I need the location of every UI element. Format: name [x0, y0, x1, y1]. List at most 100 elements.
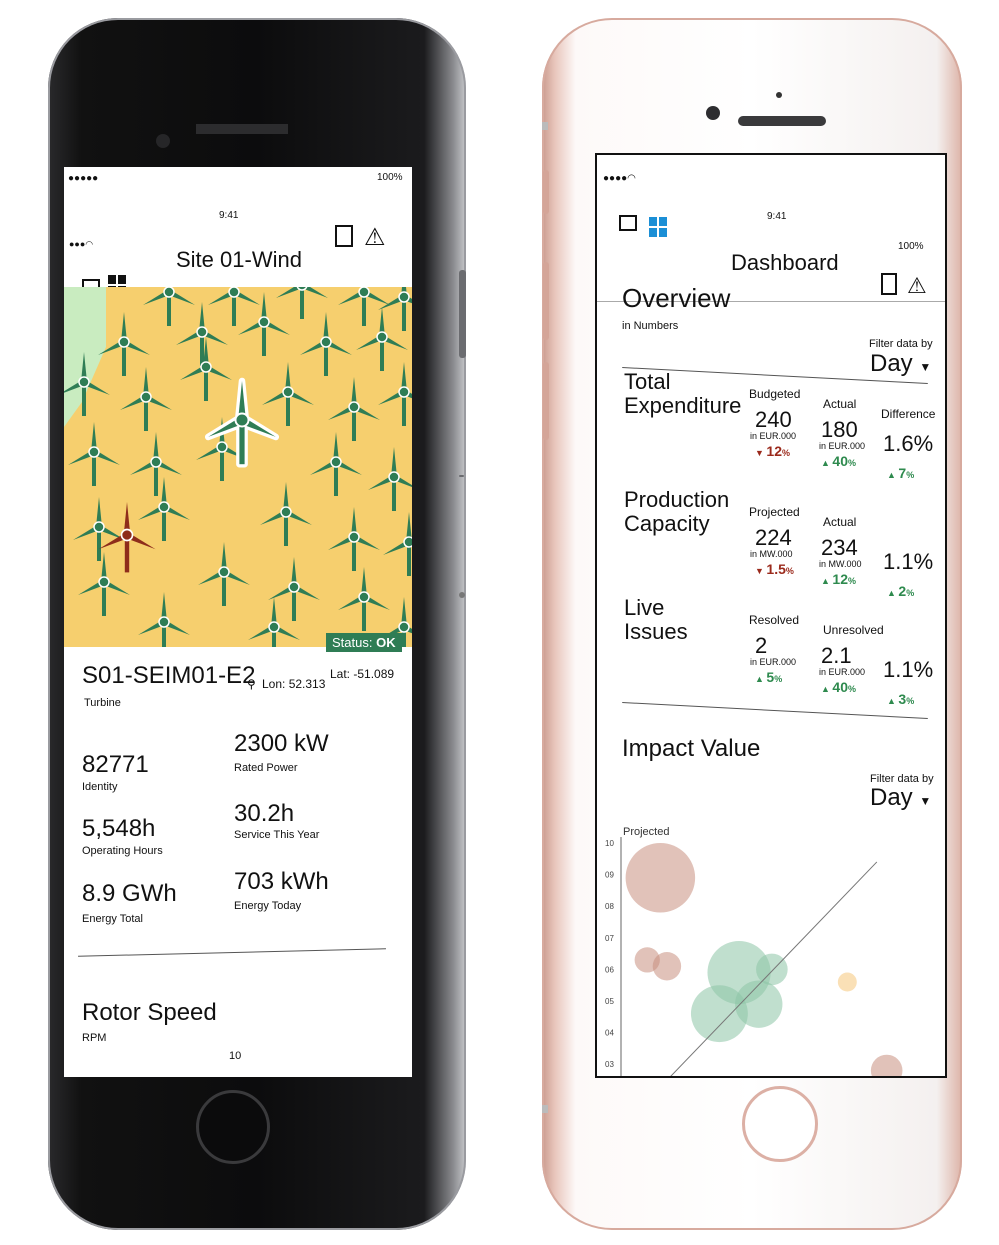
location-pin-icon: ⚲ — [247, 677, 256, 691]
col2-unit: in EUR.000 — [819, 441, 866, 451]
col3-value: 1.6% — [883, 431, 934, 456]
y-tick-label: 08 — [605, 902, 614, 911]
y-tick-label: 04 — [605, 1029, 614, 1038]
bubble[interactable] — [756, 953, 788, 986]
bubble[interactable] — [625, 843, 696, 913]
row-title-line2: Expenditure — [624, 393, 742, 418]
divider — [78, 948, 386, 957]
col2-label: Actual — [823, 397, 857, 411]
y-tick-label: 05 — [605, 997, 614, 1006]
y-tick-label: 10 — [605, 839, 614, 848]
row-title-line1: Production — [624, 487, 730, 512]
filter-value: Day — [870, 350, 913, 377]
col2-value: 180 — [821, 417, 858, 442]
battery-text: 100% — [898, 241, 924, 252]
col3-delta: ▲ 7% — [887, 465, 914, 481]
arrow-down-icon: ▼ — [755, 566, 767, 576]
left-side-dot — [459, 592, 465, 598]
grid-icon[interactable] — [649, 217, 667, 237]
impact-filter-select[interactable]: Day ▼ — [870, 784, 931, 812]
page-title: Dashboard — [731, 250, 839, 275]
right-earpiece-speaker — [738, 116, 826, 126]
arrow-up-icon: ▲ — [887, 696, 899, 706]
right-antenna-line — [542, 1105, 548, 1113]
y-tick-label: 03 — [605, 1060, 614, 1069]
signal-icon: ●●●●● — [68, 173, 99, 184]
turbine-map[interactable] — [64, 287, 412, 647]
col1-label: Budgeted — [749, 387, 801, 401]
bubble[interactable] — [870, 1054, 903, 1078]
delta-unit: % — [848, 684, 857, 694]
delta-unit: % — [906, 696, 915, 706]
col2-value: 234 — [821, 535, 858, 560]
status-badge: Status: OK — [326, 633, 402, 652]
left-edge-detail — [459, 475, 464, 477]
overview-title: Overview — [622, 283, 731, 313]
right-volume-down-button[interactable] — [543, 362, 549, 440]
right-mute-switch[interactable] — [543, 170, 549, 214]
right-volume-up-button[interactable] — [543, 262, 549, 340]
col1-label: Resolved — [749, 613, 800, 627]
right-proximity-sensor — [776, 92, 782, 98]
warning-icon[interactable]: ⚠ — [907, 273, 927, 299]
arrow-up-icon: ▲ — [821, 684, 833, 694]
status-value: OK — [376, 635, 396, 650]
trend-line — [670, 861, 878, 1076]
bubble[interactable] — [837, 972, 857, 992]
delta-unit: % — [906, 470, 915, 480]
col2-delta: ▲ 12% — [821, 571, 856, 587]
y-tick-label: 09 — [605, 871, 614, 880]
rotor-axis-tick: 10 — [229, 1050, 242, 1062]
row-title-line2: Capacity — [624, 511, 710, 536]
arrow-up-icon: ▲ — [887, 588, 899, 598]
col1-value: 224 — [755, 525, 792, 550]
overview-subtitle: in Numbers — [622, 320, 679, 332]
bubble[interactable] — [652, 952, 682, 981]
status-time: 9:41 — [767, 211, 787, 222]
wifi-icon: ●●●◠ — [69, 239, 94, 249]
bubble[interactable] — [735, 980, 783, 1028]
arrow-down-icon: ▼ — [755, 448, 767, 458]
row-title-line1: Live — [624, 595, 665, 620]
delta-unit: % — [848, 576, 857, 586]
row-title-line1: Total — [624, 369, 671, 394]
col2-unit: in EUR.000 — [819, 667, 866, 677]
warning-icon[interactable]: ⚠ — [364, 223, 386, 252]
doc-icon[interactable] — [881, 273, 897, 295]
metric-label: Identity — [82, 781, 118, 793]
col1-unit: in EUR.000 — [750, 657, 797, 667]
right-screen: ●●●●◠ 9:41 100% Dashboard ⚠ Overview in … — [595, 153, 947, 1078]
turbine-id: S01-SEIM01-E2 — [82, 662, 256, 689]
col2-delta: ▲ 40% — [821, 679, 856, 695]
col1-label: Projected — [749, 505, 800, 519]
left-earpiece-speaker — [196, 124, 288, 134]
delta-value: 12 — [766, 443, 782, 459]
delta-value: 40 — [832, 679, 848, 695]
col1-value: 2 — [755, 633, 768, 658]
left-home-button[interactable] — [196, 1090, 270, 1164]
add-window-icon[interactable] — [619, 215, 637, 231]
impact-filter-value: Day — [870, 784, 913, 811]
col3-value: 1.1% — [883, 549, 934, 574]
metric-label: Rated Power — [234, 762, 298, 774]
col3-value: 1.1% — [883, 657, 934, 682]
y-axis-title: Projected — [623, 826, 669, 838]
left-volume-up-button[interactable] — [459, 270, 466, 358]
page-title: Site 01-Wind — [176, 247, 302, 272]
turbine-type: Turbine — [84, 697, 121, 709]
filter-label: Filter data by — [869, 338, 933, 350]
delta-value: 1.5 — [766, 561, 786, 577]
delta-value: 40 — [832, 453, 848, 469]
metric-label: Energy Total — [82, 913, 143, 925]
y-tick-label: 07 — [605, 934, 614, 943]
impact-chart[interactable]: Projected 10 09 08 07 06 05 04 03 — [597, 815, 947, 1078]
row-title-line2: Issues — [624, 619, 688, 644]
col1-delta: ▲ 5% — [755, 669, 782, 685]
right-front-camera — [706, 106, 720, 120]
col1-unit: in MW.000 — [750, 549, 793, 559]
doc-icon[interactable] — [335, 225, 353, 247]
filter-select[interactable]: Day ▼ — [870, 350, 931, 378]
col1-delta: ▼ 1.5% — [755, 561, 794, 577]
right-home-button[interactable] — [742, 1086, 818, 1162]
longitude: Lon: 52.313 — [262, 677, 326, 691]
